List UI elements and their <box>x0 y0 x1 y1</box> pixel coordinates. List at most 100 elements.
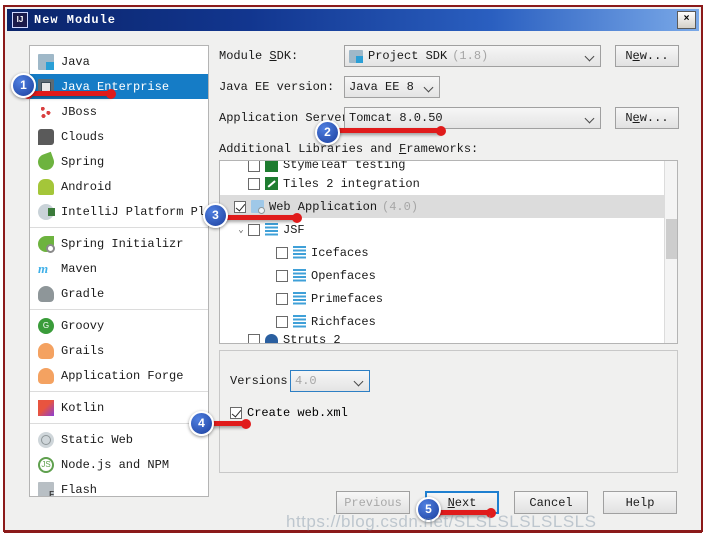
static-web-icon <box>38 431 54 448</box>
frameworks-tree[interactable]: Stymeleaf testing Tiles 2 integration Web … <box>219 160 678 344</box>
close-icon[interactable]: × <box>677 11 696 29</box>
checkbox-icon[interactable] <box>276 269 288 282</box>
jsf-icon <box>293 315 306 328</box>
module-sdk-combo[interactable]: Project SDK (1.8) <box>344 45 601 67</box>
cancel-button[interactable]: Cancel <box>514 491 588 514</box>
new-application-server-button[interactable]: Ne w... <box>614 107 679 129</box>
sidebar-item-node-js-and-npm[interactable]: JS Node.js and NPM <box>30 452 208 477</box>
checkbox-icon[interactable] <box>248 161 260 172</box>
gradle-icon <box>38 285 54 302</box>
create-webxml-checkbox[interactable]: Create web.xml <box>230 406 677 420</box>
checkbox-icon[interactable] <box>234 200 246 213</box>
checkbox-icon[interactable] <box>248 334 260 343</box>
module-type-list[interactable]: Java Java Enterprise JBoss Clouds Spring Andr… <box>29 45 209 497</box>
checkbox-icon[interactable] <box>248 177 260 190</box>
module-sdk-value: Project SDK <box>368 49 448 63</box>
checkbox-icon[interactable] <box>276 315 288 328</box>
sidebar-item-static-web[interactable]: Static Web <box>30 427 208 452</box>
sidebar-item-label: Application Forge <box>61 368 184 383</box>
java-ee-version-combo[interactable]: Java EE 8 <box>344 76 440 98</box>
tree-row-label: Primefaces <box>311 291 384 306</box>
sidebar-item-label: JBoss <box>61 104 98 119</box>
application-server-combo[interactable]: Tomcat 8.0.50 <box>344 107 601 129</box>
application-server-row: Application Server: Tomcat 8.0.50 New... <box>219 107 679 129</box>
web-application-options-panel: Versions: 4.0 Create web.xml <box>219 350 678 473</box>
tree-row-richfaces[interactable]: Richfaces <box>220 310 677 333</box>
sidebar-item-application-forge[interactable]: Application Forge <box>30 363 208 388</box>
tree-row-label: Web Application <box>269 199 378 214</box>
chevron-down-icon <box>586 53 594 58</box>
jboss-icon <box>38 103 54 120</box>
sidebar-item-label: Kotlin <box>61 400 105 415</box>
jsf-icon <box>265 223 278 236</box>
tree-row-struts-2[interactable]: Struts 2 <box>220 333 677 344</box>
application-forge-icon <box>38 367 54 384</box>
application-server-value: Tomcat 8.0.50 <box>349 111 443 125</box>
java-ee-version-row: Java EE version: Java EE 8 <box>219 76 679 98</box>
tree-row-label: Openfaces <box>311 268 376 283</box>
additional-libraries-label: Additional Libraries and Frameworks: <box>219 142 479 156</box>
sidebar-item-spring[interactable]: Spring <box>30 149 208 174</box>
title-bar: IJ New Module × <box>7 9 699 31</box>
tree-scrollbar-thumb[interactable] <box>666 219 677 259</box>
sdk-icon <box>349 49 363 63</box>
window-title: New Module <box>34 13 117 27</box>
dialog-button-bar: Previous Next Cancel Help <box>7 491 699 514</box>
tree-row-openfaces[interactable]: Openfaces <box>220 264 677 287</box>
sidebar-item-kotlin[interactable]: Kotlin <box>30 395 208 420</box>
sidebar-item-label: Android <box>61 179 112 194</box>
tree-row-stymeleaf-testing[interactable]: Stymeleaf testing <box>220 161 677 172</box>
checkbox-icon[interactable] <box>276 292 288 305</box>
annotation-badge-4: 4 <box>189 411 214 436</box>
help-button[interactable]: Help <box>603 491 677 514</box>
new-sdk-button[interactable]: Ne w... <box>614 45 679 67</box>
chevron-down-icon <box>425 84 433 89</box>
sidebar-item-spring-initializr[interactable]: Spring Initializr <box>30 231 208 256</box>
tree-row-icefaces[interactable]: Icefaces <box>220 241 677 264</box>
android-icon <box>38 178 54 195</box>
nodejs-npm-icon: JS <box>38 456 54 473</box>
tree-row-label: Struts 2 <box>283 333 341 344</box>
dialog-body: Java Java Enterprise JBoss Clouds Spring Andr… <box>7 31 699 530</box>
watermark: https://blog.csdn.net/SLSLSLSLSLSLS <box>286 512 597 531</box>
sidebar-group-4: Static WebJSNode.js and NPMFlash <box>30 424 208 496</box>
tree-row-jsf[interactable]: ⌄ JSF <box>220 218 677 241</box>
sidebar-item-gradle[interactable]: Gradle <box>30 281 208 306</box>
clouds-icon <box>38 128 54 145</box>
sidebar-item-groovy[interactable]: G Groovy <box>30 313 208 338</box>
dialog-window: IJ New Module × Java Java Enterprise JBoss… <box>3 5 703 533</box>
sidebar-item-label: Clouds <box>61 129 105 144</box>
versions-combo[interactable]: 4.0 <box>290 370 370 392</box>
intellij-idea-icon: IJ <box>12 12 28 28</box>
sidebar-item-jboss[interactable]: JBoss <box>30 99 208 124</box>
tree-scrollbar[interactable] <box>664 161 677 343</box>
groovy-icon: G <box>38 317 54 334</box>
versions-value: 4.0 <box>295 374 317 388</box>
sidebar-item-label: Gradle <box>61 286 105 301</box>
sidebar-item-android[interactable]: Android <box>30 174 208 199</box>
java-ee-version-label: Java EE version: <box>219 80 335 94</box>
sidebar-item-intellij-platform-plugin[interactable]: IntelliJ Platform Plugin <box>30 199 208 224</box>
annotation-line-2 <box>328 125 446 136</box>
sidebar-item-label: Spring <box>61 154 105 169</box>
sidebar-item-maven[interactable]: m Maven <box>30 256 208 281</box>
struts-icon <box>265 333 278 343</box>
green-box-icon <box>265 161 278 172</box>
kotlin-icon <box>38 399 54 416</box>
sidebar-item-java[interactable]: Java <box>30 49 208 74</box>
previous-button[interactable]: Previous <box>336 491 410 514</box>
tree-row-tiles-2-integration[interactable]: Tiles 2 integration <box>220 172 677 195</box>
sidebar-item-clouds[interactable]: Clouds <box>30 124 208 149</box>
sidebar-item-grails[interactable]: Grails <box>30 338 208 363</box>
grails-icon <box>38 342 54 359</box>
sidebar-item-label: Spring Initializr <box>61 236 184 251</box>
checkbox-icon[interactable] <box>248 223 260 236</box>
checkbox-icon[interactable] <box>276 246 288 259</box>
tree-row-label: Tiles 2 integration <box>283 176 420 191</box>
chevron-down-icon[interactable]: ⌄ <box>234 225 248 235</box>
web-application-icon <box>251 200 265 214</box>
versions-row: Versions: 4.0 <box>230 370 677 392</box>
create-webxml-label: Create web.xml <box>247 406 348 420</box>
tree-row-primefaces[interactable]: Primefaces <box>220 287 677 310</box>
sidebar-item-label: IntelliJ Platform Plugin <box>61 204 208 219</box>
